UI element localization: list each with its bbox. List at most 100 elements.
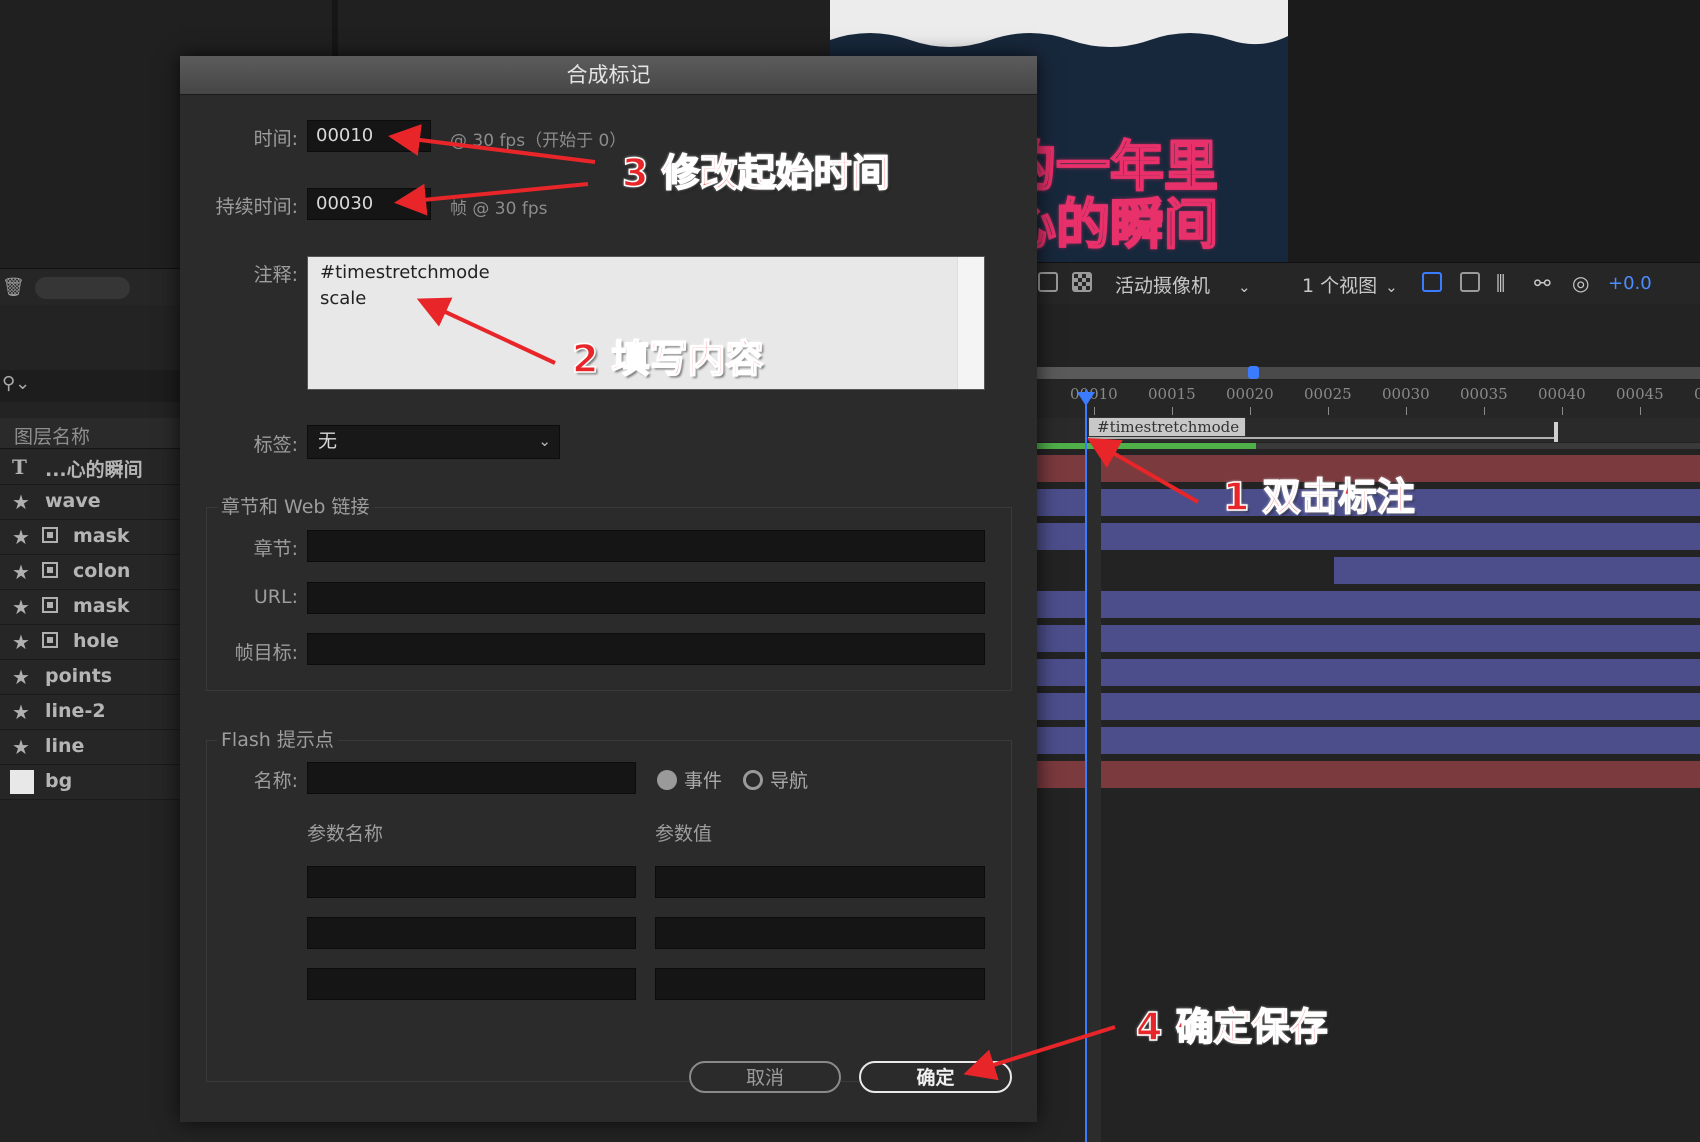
layer-name: mask <box>73 595 130 617</box>
layer-row[interactable]: bg <box>0 765 180 800</box>
work-area-bar[interactable] <box>1036 443 1256 449</box>
layer-row[interactable]: ★ line-2 <box>0 695 180 730</box>
reset-exposure-icon[interactable]: ◎ <box>1572 271 1589 295</box>
layer-row[interactable]: ★ line <box>0 730 180 765</box>
chapter-web-group-title: 章节和 Web 链接 <box>217 492 374 519</box>
layer-track-bar[interactable] <box>1036 591 1700 618</box>
param-value-header: 参数值 <box>655 823 713 845</box>
solid-layer-icon <box>10 770 34 794</box>
time-navigator-handle[interactable] <box>1248 366 1259 379</box>
ruler-tick-label: 00035 <box>1460 385 1508 403</box>
fast-preview-icon[interactable] <box>1460 272 1480 292</box>
layer-track-bar[interactable] <box>1334 557 1700 584</box>
ruler-tick <box>1094 407 1095 415</box>
layer-track-bar[interactable] <box>1036 727 1700 754</box>
url-label: URL: <box>253 586 298 608</box>
param-value-input-3[interactable] <box>655 968 985 1000</box>
playhead-handle[interactable] <box>1077 392 1095 406</box>
layer-row[interactable]: ★ mask <box>0 520 180 555</box>
cancel-button[interactable]: 取消 <box>689 1061 841 1093</box>
layer-row[interactable]: ★ points <box>0 660 180 695</box>
time-input[interactable]: 00010 <box>307 120 431 152</box>
layer-row[interactable]: T ...心的瞬间 <box>0 450 180 485</box>
timeline-icon[interactable]: ⫼ <box>1496 271 1505 295</box>
url-input[interactable] <box>307 582 985 614</box>
duration-label: 持续时间: <box>215 196 298 218</box>
annotation-step-2: 2 填写内容 <box>571 336 764 382</box>
time-ruler[interactable]: 00010 00015 00020 00025 00030 00035 00040 00045… <box>1030 380 1700 418</box>
layer-name: colon <box>73 560 131 582</box>
shape-layer-icon: ★ <box>12 490 30 514</box>
param-name-input-1[interactable] <box>307 866 636 898</box>
layer-row[interactable]: ★ hole <box>0 625 180 660</box>
tag-select[interactable]: 无 ⌄ <box>307 425 560 459</box>
layer-row[interactable]: ★ wave <box>0 485 180 520</box>
param-name-input-2[interactable] <box>307 917 636 949</box>
param-value-input-2[interactable] <box>655 917 985 949</box>
track-matte-icon <box>42 527 58 543</box>
viewer-toolbar: 活动摄像机 ⌄ 1 个视图 ⌄ ⫼ ⚯ ◎ +0.0 <box>1030 262 1700 305</box>
param-name-header: 参数名称 <box>307 823 384 845</box>
bit-depth-pill[interactable] <box>35 277 130 299</box>
layer-track-bar[interactable] <box>1036 761 1700 788</box>
marker-end-handle[interactable] <box>1554 422 1558 442</box>
time-navigator-range[interactable] <box>1036 367 1254 379</box>
layer-search-row[interactable]: ⚲⌄ <box>0 370 180 402</box>
flowchart-icon[interactable]: ⚯ <box>1534 271 1551 295</box>
ruler-tick-label: 00040 <box>1538 385 1586 403</box>
transparency-grid-icon[interactable] <box>1072 272 1092 292</box>
layer-name: line <box>45 735 85 757</box>
ruler-tick <box>1640 407 1641 415</box>
region-icon[interactable] <box>1038 272 1058 292</box>
layer-name: mask <box>73 525 130 547</box>
flash-cue-group-title: Flash 提示点 <box>217 725 338 752</box>
camera-select-label: 活动摄像机 <box>1115 275 1211 297</box>
shape-layer-icon: ★ <box>12 735 30 759</box>
param-name-input-3[interactable] <box>307 968 636 1000</box>
composition-marker-dialog: 合成标记 时间: 00010 @ 30 fps（开始于 0） 持续时间: 000… <box>180 56 1037 1122</box>
track-matte-icon <box>42 597 58 613</box>
chapter-input[interactable] <box>307 530 985 562</box>
layer-track-bar[interactable] <box>1036 523 1700 550</box>
layer-name-header[interactable]: 图层名称 <box>0 418 180 449</box>
toggle-pixel-aspect-icon[interactable] <box>1422 272 1442 292</box>
layer-name: line-2 <box>45 700 106 722</box>
ruler-tick-label: 00045 <box>1616 385 1664 403</box>
annotation-step-3: 3 修改起始时间 <box>621 150 890 196</box>
exposure-value[interactable]: +0.0 <box>1608 273 1652 294</box>
track-matte-icon <box>42 562 58 578</box>
trash-icon[interactable]: 🗑 <box>2 277 25 298</box>
info-panel <box>1288 0 1700 262</box>
navigation-radio[interactable] <box>743 770 763 790</box>
playhead-column <box>1086 449 1101 1142</box>
layer-row[interactable]: ★ colon <box>0 555 180 590</box>
layer-row[interactable]: ★ mask <box>0 590 180 625</box>
project-toolbar: 🗑 <box>0 268 180 305</box>
track-matte-icon <box>42 632 58 648</box>
layer-name-header-label: 图层名称 <box>14 426 91 448</box>
comment-line-1: #timestretchmode <box>320 262 490 283</box>
composition-marker[interactable]: #timestretchmode <box>1088 417 1246 437</box>
cue-name-input[interactable] <box>307 762 636 794</box>
layer-track-bar[interactable] <box>1036 625 1700 652</box>
search-icon[interactable]: ⚲⌄ <box>2 373 30 394</box>
ok-button[interactable]: 确定 <box>859 1061 1012 1093</box>
event-radio[interactable] <box>657 770 677 790</box>
layer-name: ...心的瞬间 <box>45 459 143 481</box>
ruler-tick-label: 0 <box>1694 385 1700 403</box>
param-value-input-1[interactable] <box>655 866 985 898</box>
layer-list: T ...心的瞬间 ★ wave ★ mask ★ colon ★ mask ★ hole ★ point… <box>0 450 180 800</box>
chevron-down-icon: ⌄ <box>1238 278 1251 296</box>
comment-scrollbar[interactable] <box>957 257 984 389</box>
camera-select[interactable]: 活动摄像机 ⌄ <box>1115 271 1251 298</box>
view-layout-select[interactable]: 1 个视图 ⌄ <box>1302 271 1398 298</box>
navigation-radio-label: 导航 <box>770 770 809 792</box>
frame-target-input[interactable] <box>307 633 985 665</box>
layer-track-bar[interactable] <box>1036 693 1700 720</box>
duration-input[interactable]: 00030 <box>307 188 431 220</box>
layer-track-bar[interactable] <box>1036 659 1700 686</box>
ruler-tick <box>1328 407 1329 415</box>
marker-duration-line <box>1088 437 1558 439</box>
ruler-tick <box>1250 407 1251 415</box>
playhead-line[interactable] <box>1085 390 1087 1142</box>
